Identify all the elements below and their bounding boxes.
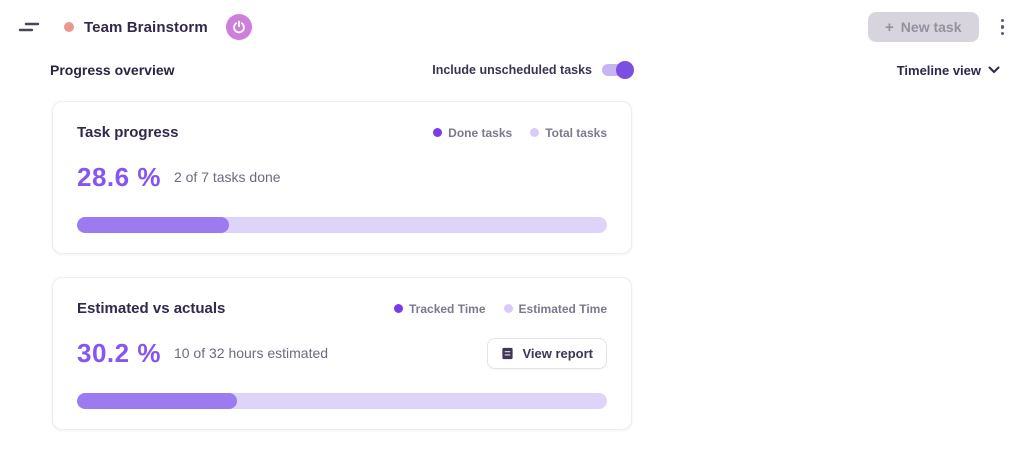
stat-row: 30.2 % 10 of 32 hours estimated View rep… — [77, 337, 607, 369]
done-tasks-dot — [433, 128, 442, 137]
more-options-kebab-icon[interactable] — [997, 15, 1009, 40]
section-title: Progress overview — [50, 62, 175, 78]
new-task-button[interactable]: + New task — [868, 12, 978, 42]
legend-item-estimated-time: Estimated Time — [504, 302, 607, 316]
include-unscheduled-toggle[interactable] — [602, 64, 632, 76]
estimated-time-dot — [504, 304, 513, 313]
estimated-vs-actuals-card: Estimated vs actuals Tracked Time Estima… — [52, 277, 632, 430]
legend-item-tracked-time: Tracked Time — [394, 302, 486, 316]
legend-label: Done tasks — [448, 126, 512, 140]
view-selector-label: Timeline view — [897, 63, 981, 78]
view-selector-dropdown[interactable]: Timeline view — [897, 63, 1000, 78]
time-progress-bar-fill — [77, 393, 237, 409]
unscheduled-toggle-group: Include unscheduled tasks — [432, 63, 632, 77]
time-progress-subtitle: 10 of 32 hours estimated — [174, 345, 328, 361]
page-title: Team Brainstorm — [84, 19, 208, 36]
card-title: Estimated vs actuals — [77, 300, 225, 317]
legend: Done tasks Total tasks — [433, 126, 607, 140]
toggle-thumb — [616, 61, 634, 79]
legend-label: Total tasks — [545, 126, 607, 140]
power-icon — [232, 20, 246, 34]
tracked-time-dot — [394, 304, 403, 313]
progress-overview-content: Task progress Done tasks Total tasks 28.… — [0, 101, 1024, 430]
legend-item-total-tasks: Total tasks — [530, 126, 607, 140]
top-bar: Team Brainstorm + New task — [0, 0, 1024, 44]
controls-row: Progress overview Include unscheduled ta… — [0, 56, 1024, 84]
stat-row: 28.6 % 2 of 7 tasks done — [77, 161, 607, 193]
card-header: Estimated vs actuals Tracked Time Estima… — [77, 300, 607, 317]
plus-icon: + — [885, 20, 894, 35]
task-progress-percent: 28.6 % — [77, 162, 161, 193]
project-color-dot — [64, 22, 74, 32]
task-progress-card: Task progress Done tasks Total tasks 28.… — [52, 101, 632, 254]
automation-power-button[interactable] — [226, 14, 252, 40]
time-progress-bar-track — [77, 393, 607, 409]
chevron-down-icon — [988, 66, 1000, 74]
view-report-label: View report — [522, 346, 593, 361]
view-report-button[interactable]: View report — [487, 338, 607, 369]
report-icon — [501, 347, 514, 360]
card-title: Task progress — [77, 124, 178, 141]
card-header: Task progress Done tasks Total tasks — [77, 124, 607, 141]
sidebar-toggle-icon[interactable] — [18, 18, 40, 36]
task-progress-subtitle: 2 of 7 tasks done — [174, 169, 281, 185]
task-progress-bar-track — [77, 217, 607, 233]
new-task-label: New task — [901, 19, 962, 35]
legend: Tracked Time Estimated Time — [394, 302, 607, 316]
time-progress-percent: 30.2 % — [77, 338, 161, 369]
unscheduled-toggle-label: Include unscheduled tasks — [432, 63, 592, 77]
legend-label: Estimated Time — [519, 302, 607, 316]
task-progress-bar-fill — [77, 217, 229, 233]
total-tasks-dot — [530, 128, 539, 137]
legend-item-done-tasks: Done tasks — [433, 126, 512, 140]
legend-label: Tracked Time — [409, 302, 486, 316]
controls-left: Progress overview Include unscheduled ta… — [50, 62, 632, 78]
